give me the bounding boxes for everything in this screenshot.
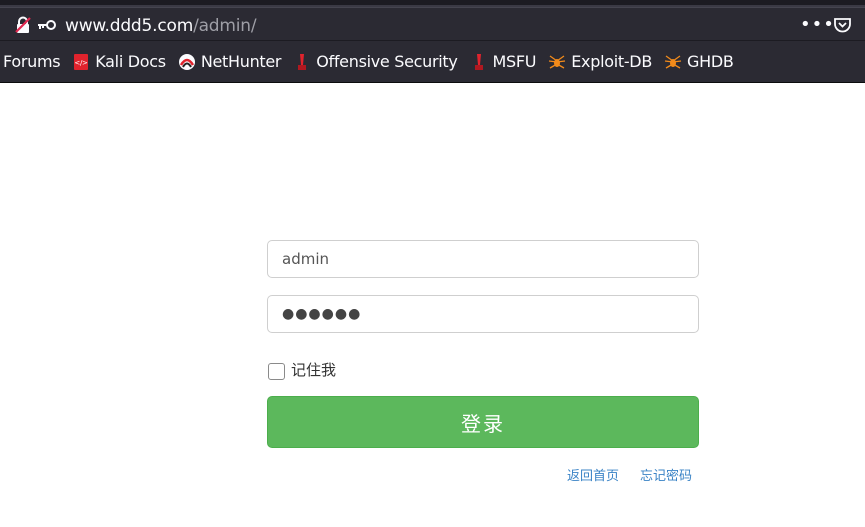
ghdb-spider-icon bbox=[664, 54, 682, 69]
browser-tab-strip bbox=[0, 0, 865, 7]
url-domain: www.ddd5.com bbox=[65, 16, 194, 36]
bookmark-exploit-db[interactable]: Exploit-DB bbox=[548, 52, 652, 71]
insecure-lock-icon[interactable] bbox=[14, 16, 32, 34]
bookmark-label: NetHunter bbox=[200, 52, 282, 71]
bookmark-msfu[interactable]: MSFU bbox=[470, 52, 537, 71]
bookmark-label: MSFU bbox=[492, 52, 537, 71]
forgot-password-link[interactable]: 忘记密码 bbox=[640, 465, 692, 484]
nethunter-icon bbox=[178, 53, 195, 70]
url-bar[interactable]: www.ddd5.com/admin/ ••• bbox=[0, 7, 865, 41]
pocket-icon[interactable] bbox=[833, 16, 852, 34]
bookmark-ghdb[interactable]: GHDB bbox=[664, 52, 734, 71]
msfu-icon bbox=[474, 53, 483, 70]
username-input[interactable]: admin bbox=[267, 240, 699, 278]
remember-me-row[interactable]: 记住我 bbox=[268, 359, 336, 380]
exploitdb-spider-icon bbox=[549, 54, 566, 69]
bookmark-nethunter[interactable]: NetHunter bbox=[178, 52, 282, 71]
url-path: /admin/ bbox=[193, 16, 257, 36]
url-address-text[interactable]: www.ddd5.com/admin/ bbox=[65, 16, 257, 36]
bookmark-forums[interactable]: Forums bbox=[3, 52, 61, 71]
bookmark-label: Offensive Security bbox=[316, 52, 458, 71]
bookmarks-toolbar: Forums </> Kali Docs NetHunter Offensive… bbox=[0, 41, 865, 83]
login-button[interactable]: 登录 bbox=[267, 396, 699, 448]
remember-me-checkbox[interactable] bbox=[268, 362, 285, 380]
remember-me-label[interactable]: 记住我 bbox=[291, 359, 336, 380]
key-icon[interactable] bbox=[37, 17, 57, 33]
svg-text:</>: </> bbox=[75, 59, 89, 67]
bookmark-label: GHDB bbox=[687, 52, 734, 71]
password-input[interactable]: ●●●●●● bbox=[267, 295, 699, 333]
bookmark-offensive-security[interactable]: Offensive Security bbox=[293, 52, 458, 71]
bookmark-label: Forums bbox=[3, 52, 61, 71]
back-to-home-link[interactable]: 返回首页 bbox=[567, 465, 619, 484]
kali-docs-icon: </> bbox=[74, 53, 89, 70]
offsec-icon bbox=[298, 53, 307, 70]
page-actions-menu-icon[interactable]: ••• bbox=[800, 14, 835, 35]
bookmark-label: Kali Docs bbox=[95, 52, 166, 71]
bookmark-kali-docs[interactable]: </> Kali Docs bbox=[72, 52, 166, 71]
bookmark-label: Exploit-DB bbox=[571, 52, 652, 71]
